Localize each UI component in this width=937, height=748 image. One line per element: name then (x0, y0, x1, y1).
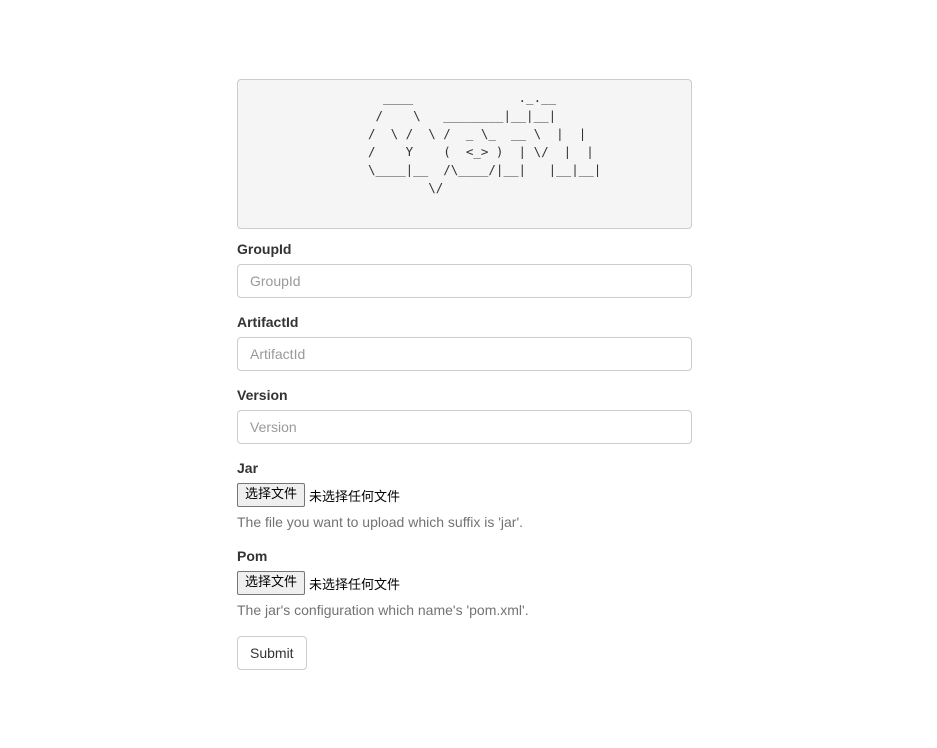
jar-form-group: Jar 选择文件 未选择任何文件 The file you want to up… (237, 458, 692, 532)
pom-file-status: 未选择任何文件 (309, 577, 401, 593)
artifactid-form-group: ArtifactId (237, 312, 692, 371)
jar-choose-file-button[interactable]: 选择文件 (237, 483, 306, 507)
version-label: Version (237, 387, 288, 403)
jar-label: Jar (237, 460, 259, 476)
groupid-input[interactable] (237, 264, 692, 298)
upload-form-container: ____ ._.__ / \ ________|__|__| / \ / \ /… (237, 79, 692, 670)
pom-form-group: Pom 选择文件 未选择任何文件 The jar's configuration… (237, 546, 692, 620)
artifactid-label: ArtifactId (237, 314, 299, 330)
version-form-group: Version (237, 385, 692, 444)
pom-choose-file-button[interactable]: 选择文件 (237, 571, 306, 595)
pom-label: Pom (237, 548, 268, 564)
jar-help-text: The file you want to upload which suffix… (237, 514, 524, 530)
ascii-art-logo: ____ ._.__ / \ ________|__|__| / \ / \ /… (368, 90, 602, 195)
groupid-form-group: GroupId (237, 239, 692, 298)
version-input[interactable] (237, 410, 692, 444)
jar-file-status: 未选择任何文件 (309, 489, 401, 505)
groupid-label: GroupId (237, 241, 292, 257)
pom-help-text: The jar's configuration which name's 'po… (237, 602, 529, 618)
artifactid-input[interactable] (237, 337, 692, 371)
jar-file-input[interactable]: 选择文件 未选择任何文件 (237, 483, 692, 507)
submit-button[interactable]: Submit (237, 636, 307, 670)
ascii-banner: ____ ._.__ / \ ________|__|__| / \ / \ /… (237, 79, 692, 229)
pom-file-input[interactable]: 选择文件 未选择任何文件 (237, 571, 692, 595)
